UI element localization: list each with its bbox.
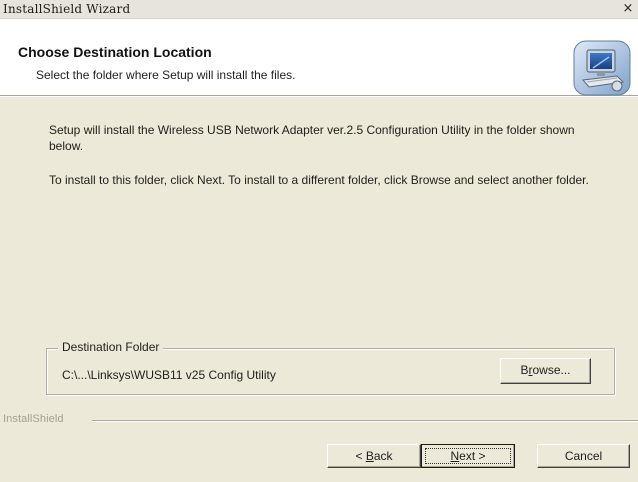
installshield-brand: InstallShield [3, 413, 64, 425]
browse-button[interactable]: Browse... [500, 358, 591, 384]
setup-computer-icon [573, 40, 631, 96]
header-divider [0, 96, 638, 97]
back-label-prefix: < [355, 449, 366, 463]
window-title: InstallShield Wizard [3, 2, 131, 16]
destination-folder-label: Destination Folder [58, 340, 164, 354]
browse-label-suffix: owse... [532, 363, 571, 377]
wizard-header: Choose Destination Location Select the f… [0, 19, 638, 96]
install-info-text: Setup will install the Wireless USB Netw… [49, 123, 575, 153]
next-button[interactable]: Next > [421, 444, 515, 468]
page-subtitle: Select the folder where Setup will insta… [36, 68, 296, 82]
focus-rectangle [425, 448, 511, 464]
browse-label-prefix: B [520, 363, 529, 377]
instructions-text: To install to this folder, click Next. T… [49, 173, 589, 187]
back-button[interactable]: < Back [327, 444, 421, 468]
installshield-wizard-window: InstallShield Wizard × Choose Destinatio… [0, 0, 638, 482]
destination-folder-path: C:\...\Linksys\WUSB11 v25 Config Utility [62, 368, 276, 382]
footer-divider [92, 420, 638, 422]
back-label-suffix: ack [373, 449, 393, 463]
page-title: Choose Destination Location [18, 44, 212, 60]
cancel-button[interactable]: Cancel [537, 444, 630, 468]
back-accelerator: B [365, 449, 374, 463]
close-icon[interactable]: × [621, 2, 635, 16]
title-bar[interactable]: InstallShield Wizard × [0, 0, 638, 19]
